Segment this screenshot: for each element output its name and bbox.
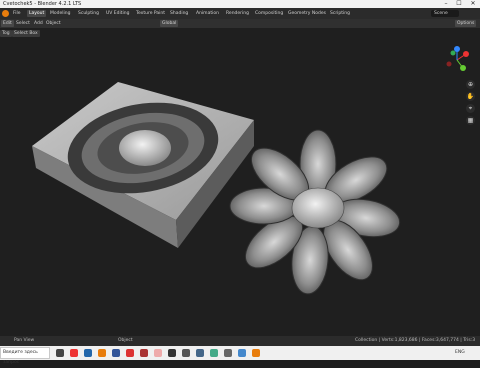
flower-model[interactable] bbox=[229, 129, 403, 295]
tab-sculpting[interactable]: Sculpting bbox=[76, 10, 101, 17]
blender-logo-icon[interactable] bbox=[2, 10, 9, 17]
zoom-icon[interactable]: ⊕ bbox=[466, 80, 475, 89]
select-box-tool[interactable]: Select Box bbox=[12, 30, 40, 37]
app-icon-8[interactable] bbox=[210, 349, 218, 357]
menu-select[interactable]: Select bbox=[14, 20, 32, 27]
menu-file[interactable]: File bbox=[11, 10, 23, 17]
chrome-icon[interactable] bbox=[70, 349, 78, 357]
app-icon-7[interactable] bbox=[196, 349, 204, 357]
window-titlebar: Cvetochek5 - Blender 4.2.1 LTS – ☐ ✕ bbox=[0, 0, 480, 8]
close-button[interactable]: ✕ bbox=[467, 0, 479, 8]
viewport-toggle[interactable]: Tog bbox=[0, 30, 12, 37]
app-icon-2[interactable] bbox=[126, 349, 134, 357]
navigation-gizmo[interactable] bbox=[446, 46, 470, 71]
menu-object[interactable]: Object bbox=[44, 20, 63, 27]
minimize-button[interactable]: – bbox=[440, 0, 452, 8]
app-icon-5[interactable] bbox=[168, 349, 176, 357]
pan-icon[interactable]: ✋ bbox=[466, 92, 475, 101]
taskbar-search[interactable]: Введите здесь запрос bbox=[0, 347, 50, 365]
gizmo-y-axis bbox=[460, 65, 466, 71]
tab-uv-editing[interactable]: UV Editing bbox=[104, 10, 131, 17]
tab-geometry-nodes[interactable]: Geometry Nodes bbox=[286, 10, 328, 17]
tab-shading[interactable]: Shading bbox=[168, 10, 190, 17]
transform-orientation[interactable]: Global bbox=[160, 20, 179, 27]
window-title: Cvetochek5 - Blender 4.2.1 LTS bbox=[3, 1, 82, 7]
blender-taskbar-icon[interactable] bbox=[98, 349, 106, 357]
options-dropdown[interactable]: Options bbox=[455, 20, 477, 27]
header-toolbar: Edit Select Add Object Global Options bbox=[0, 19, 480, 28]
mode-edit[interactable]: Edit bbox=[1, 20, 14, 27]
3d-viewport[interactable]: Tog Select Box ⊕ ✋ ⌖ ▦ bbox=[0, 28, 480, 336]
system-tray-lang[interactable]: ENG bbox=[455, 350, 465, 355]
folder-icon[interactable] bbox=[84, 349, 92, 357]
gizmo-x-axis bbox=[463, 51, 469, 57]
tab-animation[interactable]: Animation bbox=[194, 10, 221, 17]
grid-icon[interactable]: ▦ bbox=[466, 116, 475, 125]
app-icon-10[interactable] bbox=[238, 349, 246, 357]
app-icon-4[interactable] bbox=[154, 349, 162, 357]
menu-add[interactable]: Add bbox=[32, 20, 45, 27]
camera-icon[interactable]: ⌖ bbox=[466, 104, 475, 113]
maximize-button[interactable]: ☐ bbox=[453, 0, 465, 8]
status-object: Object bbox=[118, 338, 133, 343]
tab-texture-paint[interactable]: Texture Paint bbox=[134, 10, 167, 17]
top-menubar: File Layout Modeling Sculpting UV Editin… bbox=[0, 8, 480, 19]
tab-compositing[interactable]: Compositing bbox=[253, 10, 285, 17]
tab-scripting[interactable]: Scripting bbox=[328, 10, 352, 17]
status-stats: Collection | Verts:1,823,686 | Faces:3,6… bbox=[355, 338, 476, 343]
app-icon-9[interactable] bbox=[224, 349, 232, 357]
viewport-scene bbox=[32, 46, 470, 295]
mold-block[interactable] bbox=[32, 82, 254, 248]
tab-modeling[interactable]: Modeling bbox=[48, 10, 72, 17]
status-pan-view: Pan View bbox=[14, 338, 35, 343]
tab-layout[interactable]: Layout bbox=[27, 10, 47, 17]
scene-selector[interactable]: Scene bbox=[431, 10, 459, 17]
app-icon-1[interactable] bbox=[112, 349, 120, 357]
gizmo-z-axis bbox=[454, 46, 460, 52]
mold-center bbox=[119, 130, 171, 166]
app-icon-3[interactable] bbox=[140, 349, 148, 357]
app-icon-6[interactable] bbox=[182, 349, 190, 357]
status-bar: Pan View Object Collection | Verts:1,823… bbox=[0, 336, 480, 346]
flower-center bbox=[291, 187, 345, 229]
app-icon-11[interactable] bbox=[252, 349, 260, 357]
windows-taskbar: Введите здесь запрос ENG bbox=[0, 346, 480, 365]
taskview-icon[interactable] bbox=[56, 349, 64, 357]
tab-rendering[interactable]: Rendering bbox=[224, 10, 251, 17]
